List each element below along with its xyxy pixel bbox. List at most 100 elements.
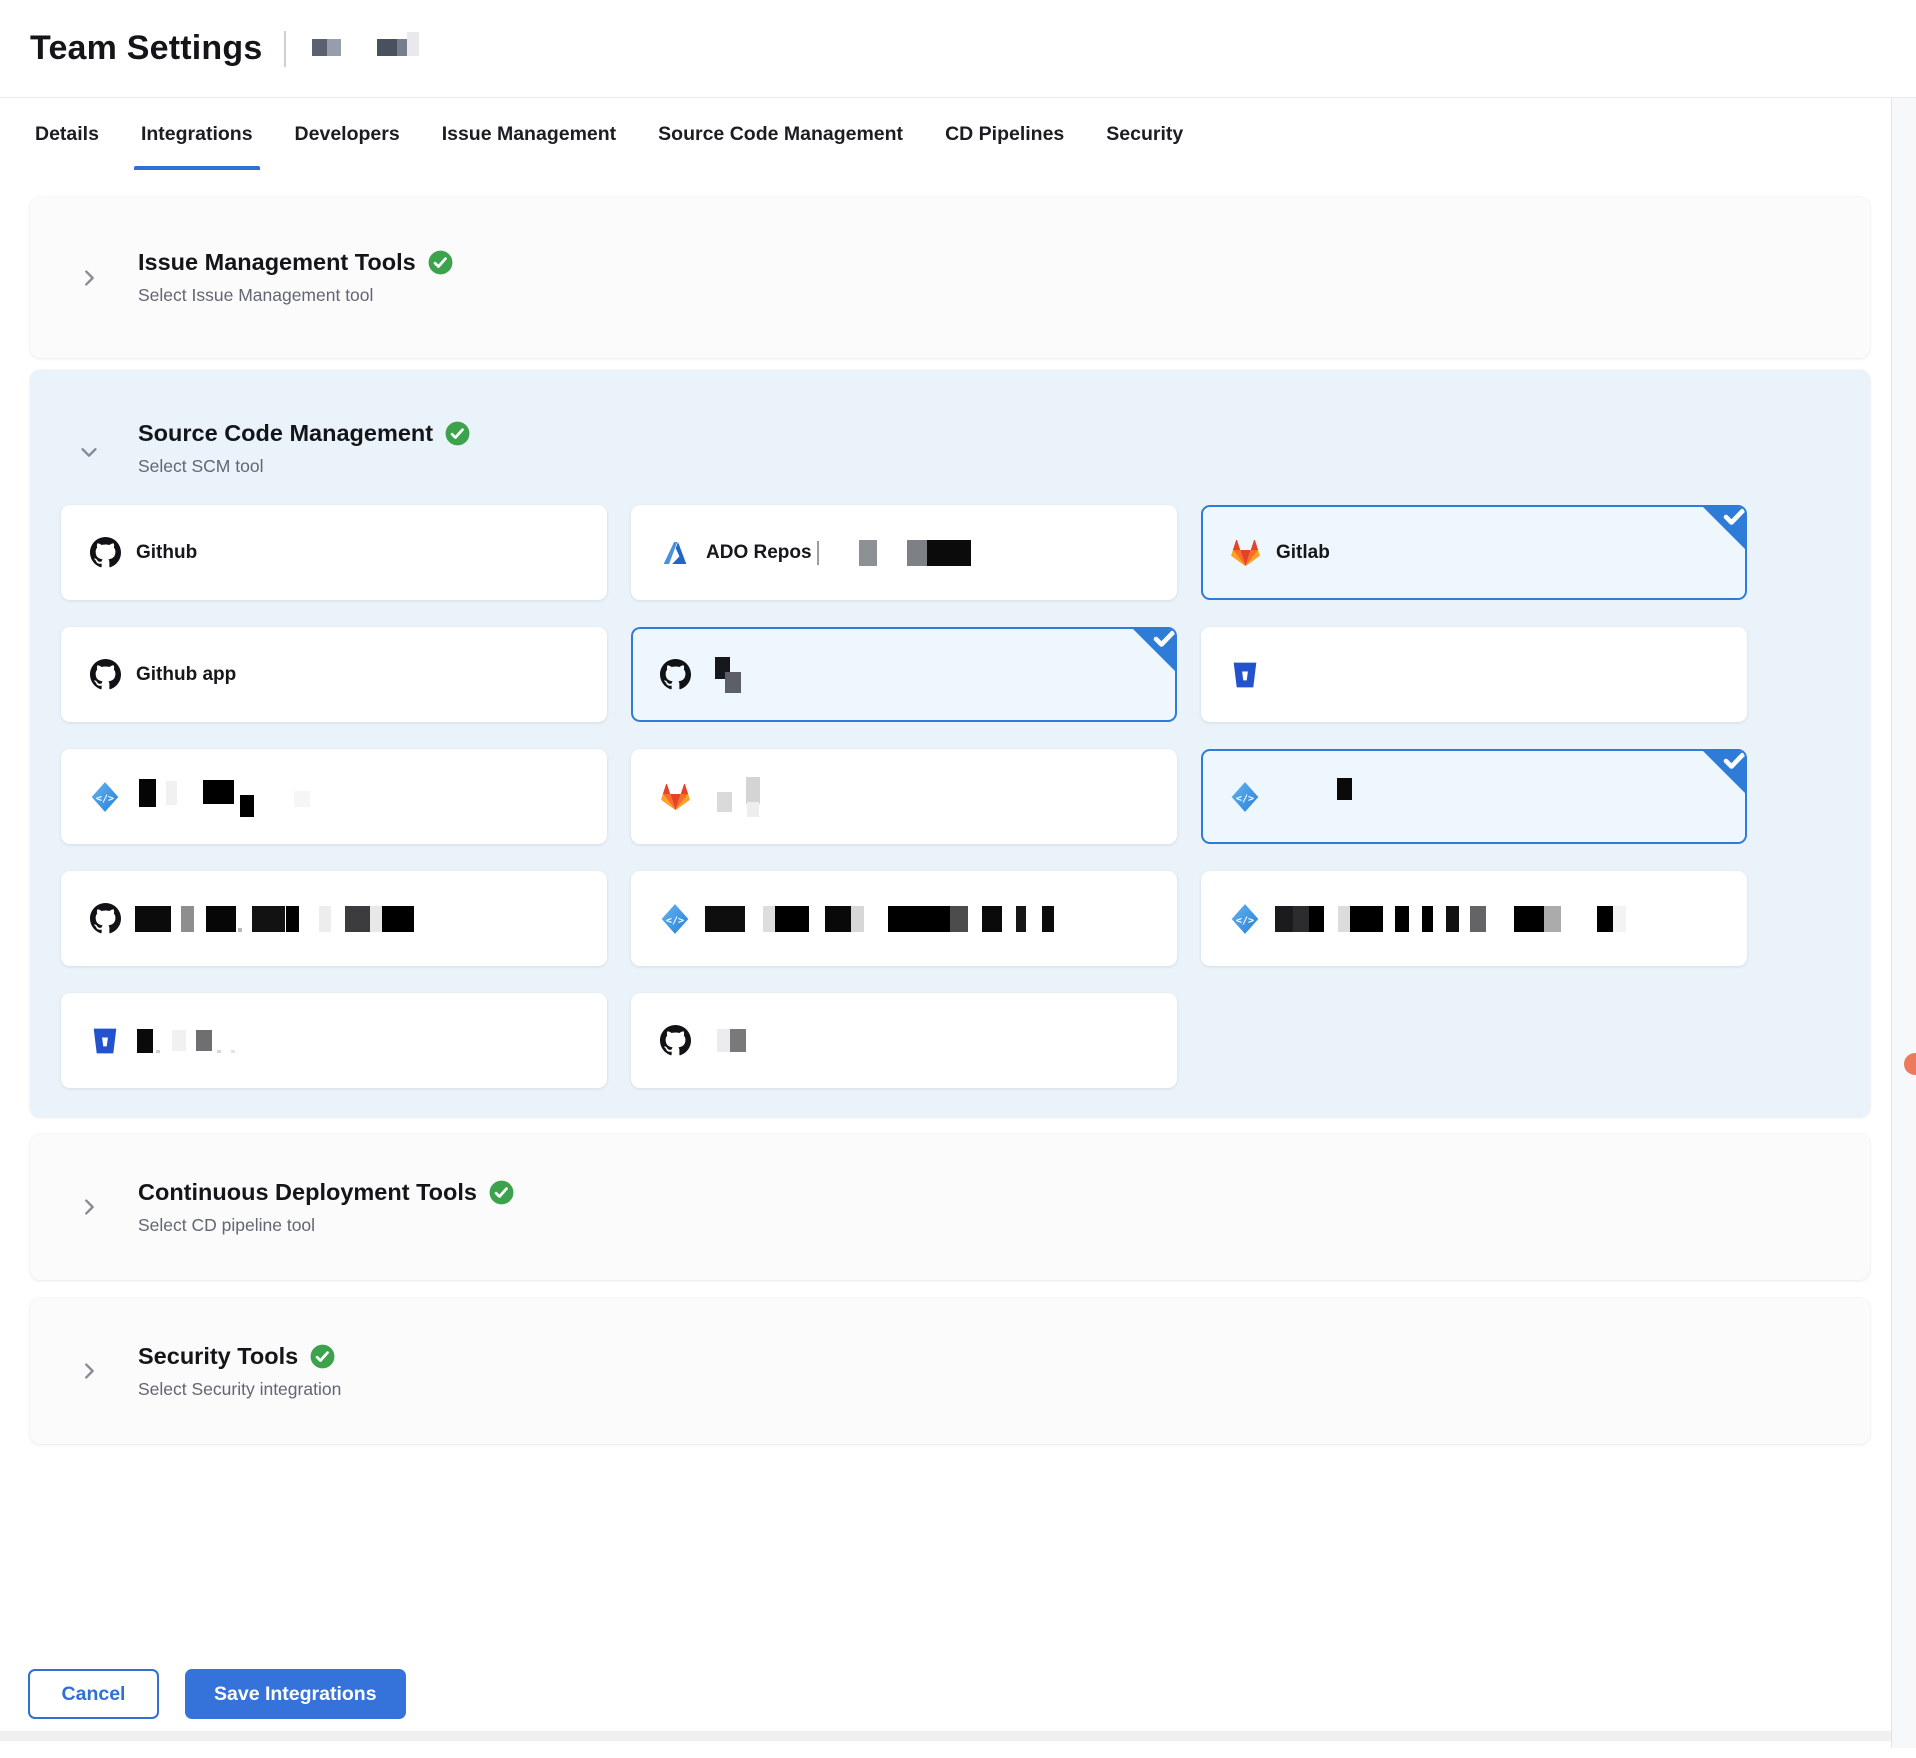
header-redacted-text xyxy=(312,36,455,62)
redacted-block xyxy=(1337,778,1352,800)
section-subtitle: Select CD pipeline tool xyxy=(138,1215,1870,1236)
scm-card-ado-repos[interactable]: ADO Repos xyxy=(631,505,1177,600)
redacted-block xyxy=(294,791,310,807)
scm-card-gitlab[interactable]: Gitlab xyxy=(1201,505,1747,600)
tab-security[interactable]: Security xyxy=(1085,98,1204,170)
redacted-block xyxy=(312,39,327,56)
redacted-block xyxy=(397,39,407,56)
tab-developers[interactable]: Developers xyxy=(274,98,421,170)
check-circle-icon xyxy=(445,421,470,446)
tab-integrations[interactable]: Integrations xyxy=(120,98,274,170)
redacted-block xyxy=(1042,906,1054,932)
scm-card-label: ADO Repos xyxy=(706,542,812,564)
section-issue-management-tools[interactable]: Issue Management Tools Select Issue Mana… xyxy=(30,197,1870,358)
tab-bar: DetailsIntegrationsDevelopersIssue Manag… xyxy=(0,98,1916,170)
svg-text:</>: </> xyxy=(666,915,684,926)
redacted-block xyxy=(775,906,809,932)
svg-text:</>: </> xyxy=(1236,793,1254,804)
redacted-block xyxy=(746,777,760,804)
redacted-block xyxy=(1309,906,1324,932)
text-cursor-bar xyxy=(817,541,819,565)
section-continuous-deployment-tools[interactable]: Continuous Deployment Tools Select CD pi… xyxy=(30,1134,1870,1280)
scm-card-label: Github app xyxy=(136,664,236,686)
scm-card-label: Gitlab xyxy=(1276,542,1330,564)
redacted-block xyxy=(327,39,341,56)
chevron-right-icon[interactable] xyxy=(76,265,102,291)
scm-card-bitbucket[interactable] xyxy=(1201,627,1747,722)
scm-card-codecommit-long-2[interactable]: </> xyxy=(1201,871,1747,966)
section-title: Security Tools xyxy=(138,1343,298,1370)
redacted-block xyxy=(1293,906,1309,932)
redacted-block xyxy=(231,1050,235,1053)
redacted-blocks xyxy=(135,1029,235,1053)
redacted-block xyxy=(982,906,1002,932)
gitlab-icon xyxy=(1229,539,1261,567)
redacted-block xyxy=(705,906,745,932)
codecommit-icon: </> xyxy=(1229,781,1261,813)
redacted-block xyxy=(825,906,851,932)
check-circle-icon xyxy=(428,250,453,275)
section-title: Issue Management Tools xyxy=(138,249,416,276)
redacted-block xyxy=(907,540,927,566)
redacted-block xyxy=(156,1050,160,1053)
redacted-block xyxy=(888,906,950,932)
section-source-code-management: Source Code Management Select SCM tool G… xyxy=(30,370,1870,1117)
redacted-block xyxy=(747,802,759,817)
codecommit-icon: </> xyxy=(89,781,121,813)
bottom-strip xyxy=(0,1731,1916,1741)
scm-card-codecommit-selected[interactable]: </> xyxy=(1201,749,1747,844)
tab-issue-management[interactable]: Issue Management xyxy=(421,98,637,170)
page-title: Team Settings xyxy=(30,29,262,68)
redacted-block xyxy=(206,906,236,932)
scm-card-github[interactable]: Github xyxy=(61,505,607,600)
chevron-right-icon[interactable] xyxy=(76,1358,102,1384)
scm-card-codecommit-long-1[interactable]: </> xyxy=(631,871,1177,966)
redacted-block xyxy=(1544,906,1561,932)
github-icon xyxy=(89,659,121,690)
section-subtitle: Select Security integration xyxy=(138,1379,1870,1400)
redacted-text-group xyxy=(312,39,341,56)
scrollbar-track[interactable] xyxy=(1891,98,1916,1748)
chevron-down-icon[interactable] xyxy=(76,439,102,465)
redacted-block xyxy=(730,1029,746,1052)
cancel-button[interactable]: Cancel xyxy=(28,1669,159,1719)
scm-card-bitbucket-2[interactable] xyxy=(61,993,607,1088)
redacted-blocks xyxy=(135,906,414,932)
redacted-blocks xyxy=(705,906,1054,932)
redacted-block xyxy=(407,32,419,56)
redacted-block xyxy=(725,672,741,693)
redacted-block xyxy=(1350,906,1383,932)
redacted-block xyxy=(240,795,254,817)
redacted-block xyxy=(286,906,299,932)
svg-text:</>: </> xyxy=(1236,915,1254,926)
tab-details[interactable]: Details xyxy=(14,98,120,170)
scm-tool-grid: Github ADO Repos Gitlab Github app </> </> </>… xyxy=(30,477,1870,1088)
section-security-tools[interactable]: Security Tools Select Security integrati… xyxy=(30,1298,1870,1444)
scm-card-github-selected[interactable] xyxy=(631,627,1177,722)
scm-card-gitlab-redacted[interactable] xyxy=(631,749,1177,844)
redacted-block xyxy=(851,906,864,932)
scm-card-github-2[interactable] xyxy=(631,993,1177,1088)
redacted-block xyxy=(252,906,285,932)
redacted-blocks xyxy=(1275,906,1626,932)
redacted-block xyxy=(717,792,732,812)
selected-check-badge xyxy=(1131,627,1177,673)
section-subtitle: Select Issue Management tool xyxy=(138,285,1870,306)
redacted-block xyxy=(238,928,242,932)
redacted-blocks xyxy=(705,664,741,686)
scm-card-github-long[interactable] xyxy=(61,871,607,966)
bitbucket-icon xyxy=(89,1027,121,1055)
section-subtitle: Select SCM tool xyxy=(138,456,1870,477)
scm-card-github-app[interactable]: Github app xyxy=(61,627,607,722)
section-title: Continuous Deployment Tools xyxy=(138,1179,477,1206)
redacted-blocks xyxy=(705,1029,746,1052)
tab-cd-pipelines[interactable]: CD Pipelines xyxy=(924,98,1085,170)
scm-card-codecommit-1[interactable]: </> xyxy=(61,749,607,844)
chevron-right-icon[interactable] xyxy=(76,1194,102,1220)
team-settings-page: Team Settings DetailsIntegrationsDevelop… xyxy=(0,0,1916,1758)
redacted-blocks xyxy=(705,783,759,810)
redacted-block xyxy=(1422,906,1433,932)
tab-source-code-management[interactable]: Source Code Management xyxy=(637,98,924,170)
redacted-block xyxy=(1395,906,1409,932)
save-integrations-button[interactable]: Save Integrations xyxy=(185,1669,406,1719)
